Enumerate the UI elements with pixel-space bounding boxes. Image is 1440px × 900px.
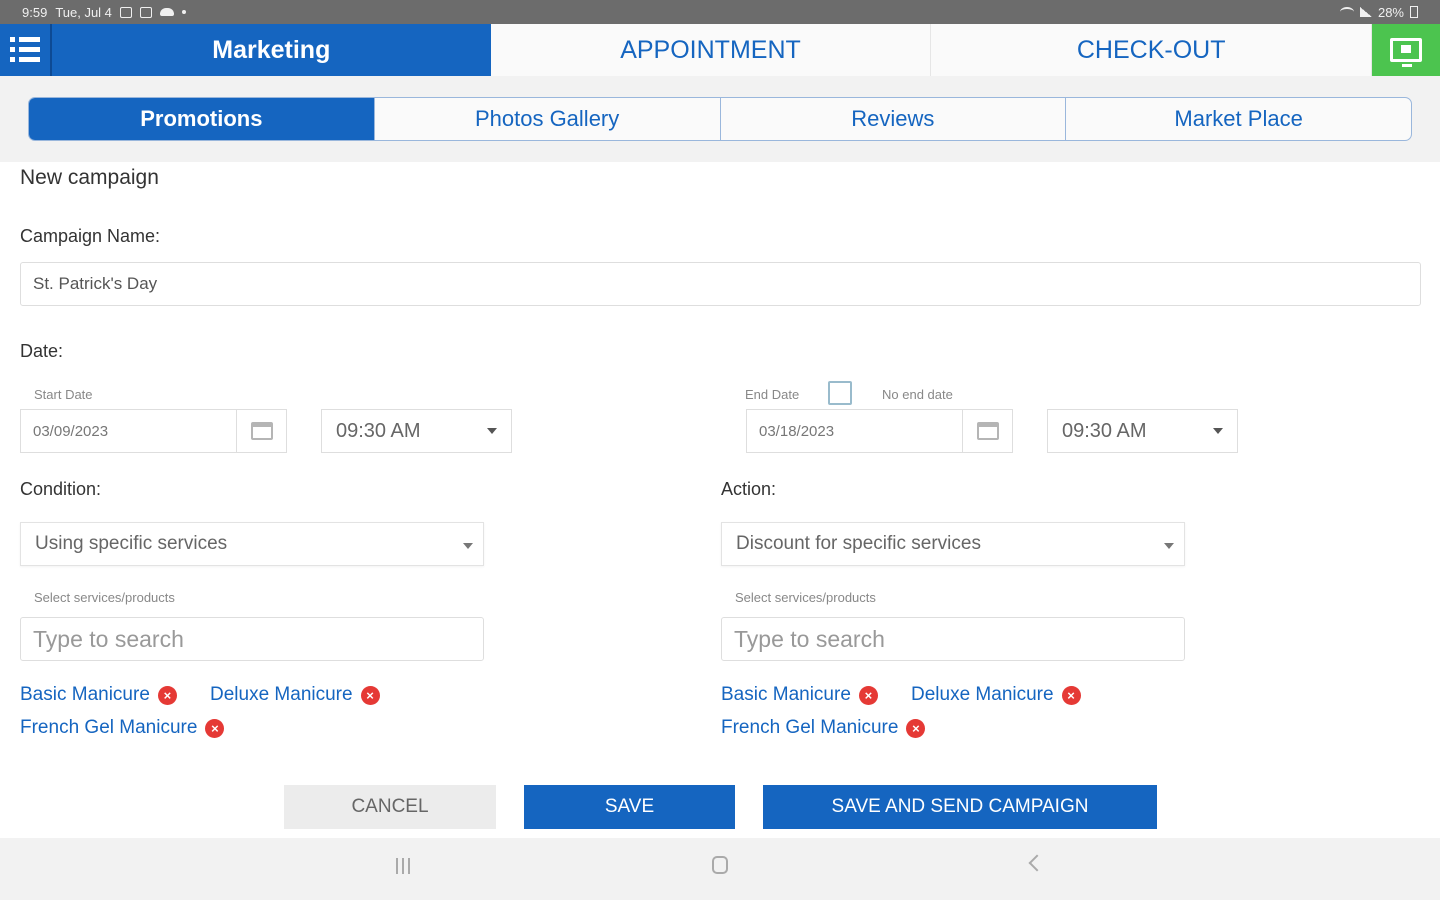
chevron-down-icon [1164,543,1174,549]
condition-value: Using specific services [35,533,228,554]
tab-reviews[interactable]: Reviews [721,98,1067,140]
tab-promotions[interactable]: Promotions [29,98,375,140]
chevron-down-icon [1213,428,1223,434]
battery-icon [1410,6,1418,18]
app-screen: 9:59 Tue, Jul 4 28% Marketing APPOINTMEN… [0,0,1440,900]
start-date-value: 03/09/2023 [33,422,109,440]
start-date-calendar-button[interactable] [236,410,286,452]
calendar-icon [976,422,999,440]
no-end-date-checkbox[interactable] [828,381,852,405]
calendar-icon [250,422,273,440]
tag-label: Basic Manicure [20,684,150,705]
tab-appointment[interactable]: APPOINTMENT [490,24,932,76]
menu-button[interactable] [0,24,52,76]
action-tag: Deluxe Manicure × [911,684,1081,706]
date-label: Date: [20,341,64,361]
home-icon[interactable] [712,856,728,874]
page-title: New campaign [20,166,159,189]
subtabs-area: Promotions Photos Gallery Reviews Market… [0,76,1440,162]
top-navigation: Marketing APPOINTMENT CHECK-OUT [0,24,1440,76]
wifi-icon [1339,7,1354,17]
end-time-select[interactable]: 09:30 AM [1047,409,1238,453]
condition-services-label: Select services/products [34,590,175,605]
remove-icon[interactable]: × [906,718,926,738]
remove-icon[interactable]: × [1061,685,1081,705]
save-and-send-campaign-button[interactable]: SAVE AND SEND CAMPAIGN [763,785,1157,829]
cloud-icon [159,8,174,16]
tag-label: Deluxe Manicure [210,684,353,705]
end-date-value: 03/18/2023 [759,422,835,440]
tab-marketing[interactable]: Marketing [51,24,491,76]
tab-market-place[interactable]: Market Place [1066,98,1411,140]
subtab-bar: Promotions Photos Gallery Reviews Market… [28,97,1412,141]
tab-checkout[interactable]: CHECK-OUT [931,24,1373,76]
condition-select[interactable]: Using specific services [20,522,484,566]
back-icon[interactable] [1028,854,1046,872]
action-select[interactable]: Discount for specific services [721,522,1185,566]
menu-icon [9,37,40,63]
action-search-placeholder: Type to search [734,625,885,652]
monitor-icon [1390,38,1422,67]
end-date-field[interactable]: 03/18/2023 [746,409,1013,453]
action-search-input[interactable]: Type to search [721,617,1185,661]
status-bar: 9:59 Tue, Jul 4 28% [0,0,1440,24]
status-date: Tue, Jul 4 [55,4,112,20]
action-label: Action: [721,479,777,499]
action-tag: Basic Manicure × [721,684,878,706]
system-navigation-bar [0,838,1440,900]
chevron-down-icon [463,543,473,549]
condition-search-input[interactable]: Type to search [20,617,484,661]
end-time-value: 09:30 AM [1062,419,1147,442]
condition-tag: Deluxe Manicure × [210,684,380,706]
start-date-label: Start Date [34,387,93,402]
condition-tag: Basic Manicure × [20,684,177,706]
condition-tag: French Gel Manicure × [20,717,225,739]
action-value: Discount for specific services [736,533,981,554]
more-notifications-icon [181,10,186,14]
tag-label: Basic Manicure [721,684,851,705]
remove-icon[interactable]: × [360,685,380,705]
image-notification-icon [119,6,132,18]
tag-label: Deluxe Manicure [911,684,1054,705]
campaign-name-input[interactable]: St. Patrick's Day [20,262,1421,306]
recent-apps-icon[interactable] [396,858,412,876]
condition-search-placeholder: Type to search [33,625,184,652]
start-time-value: 09:30 AM [336,419,421,442]
remove-icon[interactable]: × [858,685,878,705]
condition-label: Condition: [20,479,102,499]
end-date-calendar-button[interactable] [962,410,1012,452]
monitor-button[interactable] [1372,24,1440,76]
tag-label: French Gel Manicure [20,717,198,738]
save-button[interactable]: SAVE [524,785,735,829]
battery-percent: 28% [1377,4,1404,20]
campaign-name-label: Campaign Name: [20,226,161,246]
action-services-label: Select services/products [735,590,876,605]
remove-icon[interactable]: × [205,718,225,738]
status-time: 9:59 [22,4,48,20]
campaign-name-value: St. Patrick's Day [33,274,158,293]
chevron-down-icon [487,428,497,434]
cancel-button[interactable]: CANCEL [284,785,496,829]
end-date-label: End Date [745,387,800,402]
signal-icon [1359,7,1372,17]
no-end-date-label: No end date [882,387,953,402]
start-date-field[interactable]: 03/09/2023 [20,409,287,453]
message-notification-icon [139,6,152,18]
tab-photos-gallery[interactable]: Photos Gallery [375,98,721,140]
tag-label: French Gel Manicure [721,717,899,738]
start-time-select[interactable]: 09:30 AM [321,409,512,453]
remove-icon[interactable]: × [157,685,177,705]
action-tag: French Gel Manicure × [721,717,926,739]
